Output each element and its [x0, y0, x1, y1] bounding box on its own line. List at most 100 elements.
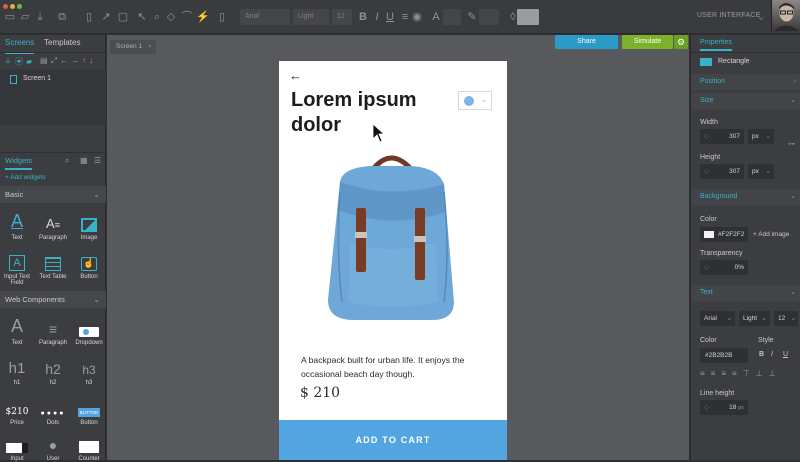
stroke-select[interactable] [479, 9, 499, 25]
style-underline-button[interactable]: U [783, 351, 788, 358]
widget-text[interactable]: A Text [2, 210, 32, 241]
bg-color-input[interactable]: #F2F2F2 [700, 227, 748, 242]
interface-mode-label[interactable]: USER INTERFACE [697, 12, 760, 19]
product-title[interactable]: Lorem ipsum dolor [291, 88, 441, 137]
tab-templates[interactable]: Templates [44, 38, 80, 47]
add-to-cart-button[interactable]: ADD TO CART [279, 420, 507, 460]
text-weight-select[interactable]: Light ⌄ [739, 311, 770, 326]
expand-icon[interactable]: ⤢ [51, 56, 60, 65]
zoom-icon[interactable]: ⌕ [150, 10, 164, 24]
open-folder-icon[interactable]: ▱ [18, 10, 32, 24]
mobile-icon[interactable]: ▯ [215, 10, 229, 24]
text-font-select[interactable]: Arial ⌄ [700, 311, 735, 326]
widget-dropdown[interactable]: Dropdown [74, 315, 104, 346]
text-color-icon[interactable]: A [429, 10, 443, 24]
arrow-right-icon[interactable]: → [71, 56, 82, 65]
valign-bottom-icon[interactable]: ⊥ [769, 369, 782, 378]
add-screen-icon[interactable]: ＋ [4, 57, 15, 66]
widget-image[interactable]: Image [74, 210, 104, 241]
valign-middle-icon[interactable]: ⊥ [756, 369, 769, 378]
widget-input-text-field[interactable]: A Input Text Field [2, 249, 32, 286]
pointer-tool-icon[interactable]: ↖ [135, 10, 149, 24]
back-arrow-icon[interactable]: ← [289, 68, 302, 83]
tab-widgets[interactable]: Widgets [5, 156, 33, 170]
widget-paragraph[interactable]: A≡ Paragraph [38, 210, 68, 241]
export-icon[interactable]: ↗ [99, 10, 113, 24]
add-widgets-link[interactable]: + Add widgets [5, 174, 46, 181]
web-components-section-header[interactable]: Web Components ⌄ [0, 291, 106, 308]
share-button[interactable]: Share [555, 35, 618, 49]
canvas-screen-tab[interactable]: Screen 1 × [110, 40, 156, 54]
event-tool-icon[interactable]: ⚡ [196, 10, 210, 24]
minimize-dot[interactable] [10, 4, 15, 9]
width-unit-select[interactable]: px ⌄ [748, 129, 774, 144]
widget-input[interactable]: Input [2, 431, 32, 462]
pen-icon[interactable]: ✎ [465, 10, 479, 24]
delete-icon[interactable]: ▤ [40, 56, 51, 65]
underline-icon[interactable]: U [383, 10, 397, 24]
screen-item[interactable]: Screen 1 [0, 73, 106, 86]
fill-swatch[interactable] [517, 9, 539, 25]
widget-h2[interactable]: h2 h2 [38, 355, 68, 386]
color-picker-icon[interactable]: ◉ [410, 10, 424, 24]
size-section-header[interactable]: Size ⌄ [691, 93, 800, 109]
align-right-icon[interactable]: ≡ [721, 369, 732, 378]
product-description[interactable]: A backpack built for urban life. It enjo… [301, 353, 501, 381]
line-height-input[interactable]: ◇ 18 px [700, 400, 748, 415]
simulate-settings-gear-icon[interactable]: ⚙ [674, 35, 688, 49]
widget-text-table[interactable]: Text Table [38, 249, 68, 280]
close-dot[interactable] [3, 4, 8, 9]
folder-icon[interactable]: ▰ [26, 57, 35, 66]
chevron-down-icon[interactable]: ⌄ [754, 10, 768, 24]
italic-icon[interactable]: I [370, 10, 384, 24]
style-italic-button[interactable]: I [771, 351, 773, 358]
tab-properties[interactable]: Properties [700, 39, 732, 51]
link-tool-icon[interactable]: ⌒ [180, 10, 194, 24]
new-file-icon[interactable]: ▭ [3, 10, 17, 24]
align-center-icon[interactable]: ≡ [711, 369, 722, 378]
text-section-header[interactable]: Text ⌄ [691, 285, 800, 301]
bold-icon[interactable]: B [356, 10, 370, 24]
product-price[interactable]: $ 210 [300, 385, 340, 401]
height-input[interactable]: ◇ 307 [700, 164, 744, 179]
widget-h3[interactable]: h3 h3 [74, 355, 104, 386]
widget-web-text[interactable]: A Text [2, 315, 32, 346]
width-input[interactable]: ◇ 307 [700, 129, 744, 144]
widget-h1[interactable]: h1 h1 [2, 355, 32, 386]
align-left-icon[interactable]: ≡ [700, 369, 711, 378]
color-dropdown[interactable]: ⌄ [458, 91, 492, 110]
user-avatar[interactable] [771, 0, 800, 31]
valign-top-icon[interactable]: ⊤ [743, 369, 756, 378]
add-image-link[interactable]: + Add image [753, 231, 789, 238]
arrow-down-icon[interactable]: ↓ [89, 56, 96, 65]
copy-icon[interactable]: ⧉ [55, 10, 69, 24]
font-size-select[interactable]: 12 [332, 9, 352, 25]
arrow-up-icon[interactable]: ↑ [82, 56, 89, 65]
widget-web-paragraph[interactable]: ≡ Paragraph [38, 315, 68, 346]
list-view-icon[interactable]: ☰ [94, 156, 101, 165]
widget-web-button[interactable]: BUTTON Button [74, 395, 104, 426]
close-tab-icon[interactable]: × [148, 43, 152, 50]
new-screen-icon[interactable]: ▣ [15, 57, 26, 66]
lock-ratio-icon[interactable]: ⊶ [788, 140, 795, 148]
widget-counter[interactable]: Counter [74, 431, 104, 462]
eraser-icon[interactable]: ◇ [164, 10, 178, 24]
grid-view-icon[interactable]: ▦ [80, 156, 88, 165]
arrow-left-icon[interactable]: ← [60, 56, 71, 65]
text-color-swatch[interactable] [443, 9, 461, 25]
maximize-dot[interactable] [17, 4, 22, 9]
widget-price[interactable]: $210 Price [2, 395, 32, 426]
basic-section-header[interactable]: Basic ⌄ [0, 186, 106, 203]
height-unit-select[interactable]: px ⌄ [748, 164, 774, 179]
transparency-input[interactable]: ◇ 0% [700, 260, 748, 275]
align-justify-icon[interactable]: ≡ [732, 369, 743, 378]
comment-icon[interactable]: ▢ [116, 10, 130, 24]
background-section-header[interactable]: Background ⌄ [691, 189, 800, 205]
style-bold-button[interactable]: B [759, 351, 764, 358]
position-section-header[interactable]: Position › [691, 74, 800, 90]
widget-button[interactable]: ☝ Button [74, 249, 104, 280]
font-family-select[interactable]: Arial [240, 9, 290, 25]
device-icon[interactable]: ▯ [82, 10, 96, 24]
text-color-input[interactable]: #2B2B2B [700, 348, 748, 363]
download-icon[interactable]: ⤓ [33, 10, 47, 24]
